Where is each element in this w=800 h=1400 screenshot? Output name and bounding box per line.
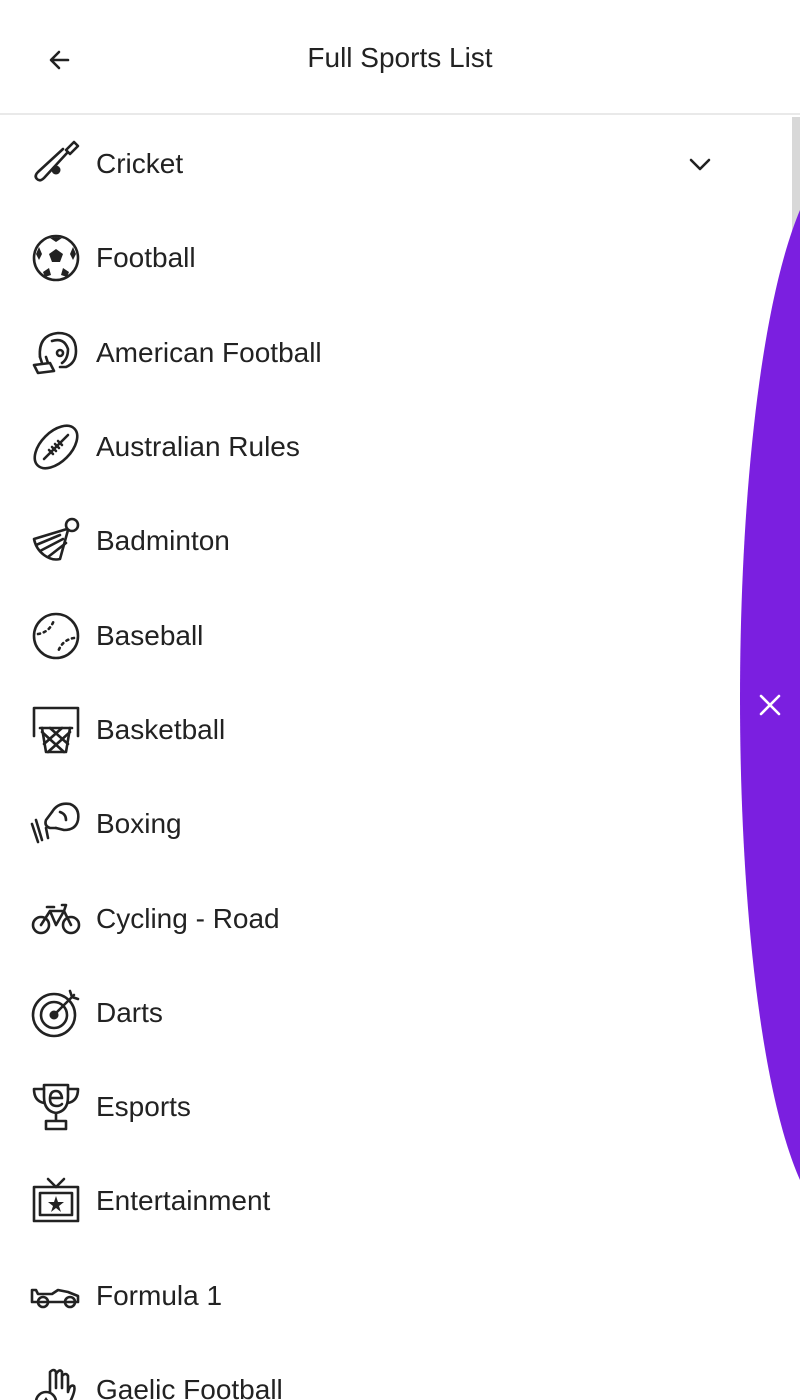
sport-item-american-football[interactable]: American Football xyxy=(0,306,790,400)
sport-item-darts[interactable]: Darts xyxy=(0,966,790,1060)
race-car-icon xyxy=(30,1270,82,1322)
australian-rules-ball-icon xyxy=(30,421,82,473)
sport-item-label: Gaelic Football xyxy=(96,1374,283,1400)
sport-item-australian-rules[interactable]: Australian Rules xyxy=(0,400,790,494)
sport-item-label: Cricket xyxy=(96,148,184,180)
sport-item-label: Australian Rules xyxy=(96,431,300,463)
shuttlecock-icon xyxy=(30,515,82,567)
sport-item-baseball[interactable]: Baseball xyxy=(0,588,790,682)
sport-item-label: Badminton xyxy=(96,525,230,557)
sport-item-formula-1[interactable]: Formula 1 xyxy=(0,1249,790,1343)
tv-star-icon xyxy=(30,1175,82,1227)
bicycle-icon xyxy=(30,893,82,945)
sport-item-boxing[interactable]: Boxing xyxy=(0,777,790,871)
football-icon xyxy=(30,232,82,284)
sports-list: Cricket Football American Football Austr… xyxy=(0,117,790,1400)
cricket-bat-icon xyxy=(30,138,82,190)
sport-item-label: Entertainment xyxy=(96,1185,271,1217)
sport-item-label: Cycling - Road xyxy=(96,902,280,934)
sport-item-football[interactable]: Football xyxy=(0,211,790,305)
sports-list-screen: Full Sports List Cricket Football Americ… xyxy=(0,0,800,1400)
sport-item-label: Boxing xyxy=(96,808,182,840)
header-bar: Full Sports List xyxy=(0,0,800,115)
sport-item-esports[interactable]: Esports xyxy=(0,1060,790,1154)
sport-item-label: American Football xyxy=(96,336,322,368)
close-icon xyxy=(759,694,781,716)
page-title: Full Sports List xyxy=(307,42,493,73)
basketball-hoop-icon xyxy=(30,704,82,756)
sport-item-basketball[interactable]: Basketball xyxy=(0,683,790,777)
sport-item-label: Darts xyxy=(96,996,163,1028)
boxing-glove-icon xyxy=(30,798,82,850)
sport-item-label: Esports xyxy=(96,1091,191,1123)
dartboard-icon xyxy=(30,987,82,1039)
gaelic-football-icon xyxy=(30,1364,82,1400)
baseball-icon xyxy=(30,610,82,662)
close-button[interactable] xyxy=(750,685,790,725)
chevron-down-icon[interactable] xyxy=(682,146,718,182)
sport-item-badminton[interactable]: Badminton xyxy=(0,494,790,588)
american-football-helmet-icon xyxy=(30,327,82,379)
sport-item-label: Basketball xyxy=(96,713,226,745)
sport-item-label: Formula 1 xyxy=(96,1279,223,1311)
sport-item-label: Baseball xyxy=(96,619,204,651)
sport-item-cycling-road[interactable]: Cycling - Road xyxy=(0,871,790,965)
scrollbar-thumb[interactable] xyxy=(792,117,800,237)
esports-trophy-icon xyxy=(30,1081,82,1133)
sport-item-gaelic-football[interactable]: Gaelic Football xyxy=(0,1343,790,1400)
sport-item-entertainment[interactable]: Entertainment xyxy=(0,1154,790,1248)
sport-item-cricket[interactable]: Cricket xyxy=(0,117,790,211)
sport-item-label: Football xyxy=(96,242,196,274)
